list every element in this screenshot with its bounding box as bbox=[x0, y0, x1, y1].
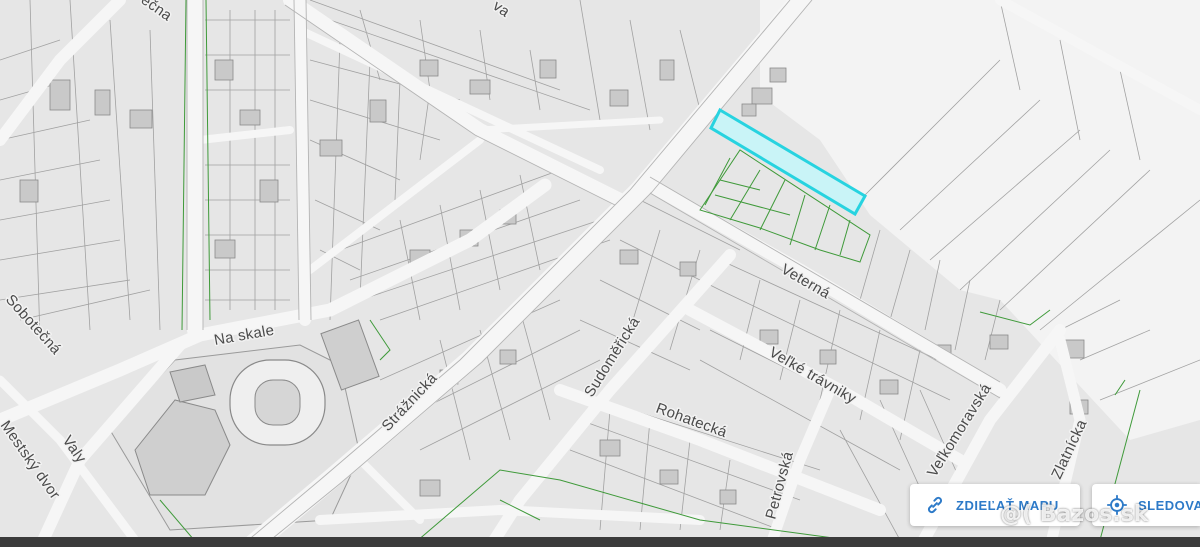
link-icon bbox=[927, 496, 943, 514]
map-viewport[interactable]: Na skale Strážnická Sudoměřická Rohateck… bbox=[0, 0, 1200, 547]
bottom-bar bbox=[0, 537, 1200, 547]
cadastral-map[interactable]: Na skale Strážnická Sudoměřická Rohateck… bbox=[0, 0, 1200, 547]
bazos-watermark: @( Bazos.sk bbox=[1000, 502, 1149, 527]
